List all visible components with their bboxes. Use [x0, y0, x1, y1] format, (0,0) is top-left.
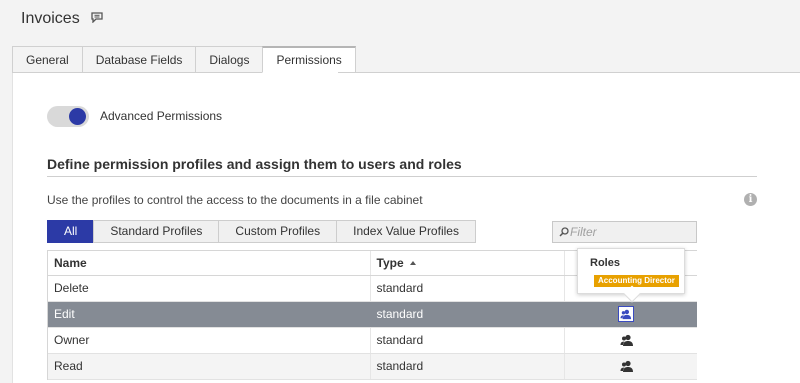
user-icon[interactable]: [620, 360, 634, 373]
row-name: Edit: [48, 302, 371, 327]
tab-dialogs[interactable]: Dialogs: [195, 46, 263, 73]
row-name: Owner: [48, 328, 371, 353]
section-title: Define permission profiles and assign th…: [47, 156, 462, 172]
filter-all-button[interactable]: All: [47, 220, 94, 243]
table-row[interactable]: Read standard: [48, 354, 697, 380]
column-header-type-label: Type: [376, 256, 404, 270]
tab-database-fields[interactable]: Database Fields: [81, 46, 196, 73]
profile-filter-group: All Standard Profiles Custom Profiles In…: [47, 220, 476, 243]
row-type: standard: [371, 302, 566, 327]
toggle-knob: [69, 108, 86, 125]
row-type: standard: [371, 328, 566, 353]
user-icon-glyph: [620, 309, 632, 320]
table-row[interactable]: Owner standard: [48, 328, 697, 354]
info-icon[interactable]: i: [744, 193, 757, 206]
row-assignments: [565, 328, 697, 353]
filter-standard-profiles-button[interactable]: Standard Profiles: [93, 220, 219, 243]
row-assignments: [565, 354, 697, 379]
section-divider: [47, 176, 757, 177]
roles-tooltip: Roles Accounting Director: [577, 248, 685, 303]
advanced-permissions-label: Advanced Permissions: [100, 109, 223, 123]
tab-general[interactable]: General: [12, 46, 82, 73]
user-icon[interactable]: [618, 306, 635, 322]
filter-index-value-profiles-button[interactable]: Index Value Profiles: [336, 220, 476, 243]
role-badge: Accounting Director: [594, 275, 679, 287]
column-header-type[interactable]: Type: [371, 251, 566, 275]
table-row-selected[interactable]: Edit standard: [48, 302, 697, 328]
column-header-name[interactable]: Name: [48, 251, 371, 275]
tooltip-title: Roles: [590, 257, 620, 269]
row-type: standard: [371, 354, 566, 379]
row-type: standard: [371, 276, 566, 301]
page-title: Invoices: [21, 10, 80, 27]
filter-input[interactable]: [570, 224, 690, 240]
filter-custom-profiles-button[interactable]: Custom Profiles: [218, 220, 337, 243]
section-description: Use the profiles to control the access t…: [47, 193, 423, 207]
search-icon: [559, 227, 569, 237]
advanced-permissions-toggle[interactable]: [47, 106, 89, 127]
header: Invoices: [0, 0, 800, 45]
tab-bar: General Database Fields Dialogs Permissi…: [12, 46, 356, 73]
sort-ascending-icon: [409, 261, 416, 265]
comment-icon[interactable]: [91, 12, 103, 23]
row-name: Read: [48, 354, 371, 379]
row-assignments: [565, 302, 697, 327]
filter-search-box: [552, 221, 697, 243]
tab-divider: [338, 72, 800, 73]
user-icon[interactable]: [620, 334, 634, 347]
tab-permissions[interactable]: Permissions: [262, 46, 356, 73]
row-name: Delete: [48, 276, 371, 301]
